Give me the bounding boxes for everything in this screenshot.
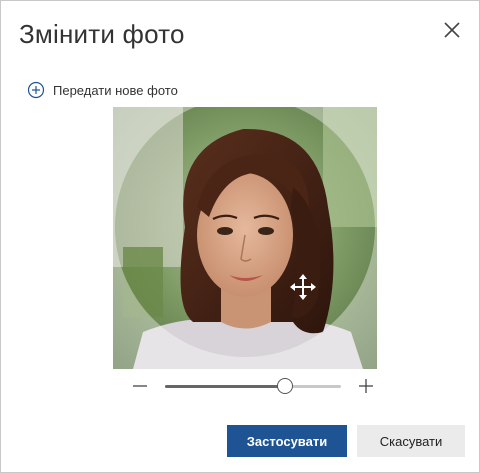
zoom-slider-row xyxy=(129,375,379,397)
profile-photo xyxy=(113,107,377,369)
zoom-slider-fill xyxy=(165,385,285,388)
add-circle-icon xyxy=(27,81,45,99)
plus-icon xyxy=(359,379,373,393)
upload-label: Передати нове фото xyxy=(53,82,178,98)
zoom-slider-thumb[interactable] xyxy=(277,378,293,394)
dialog-title: Змінити фото xyxy=(19,19,185,49)
close-icon xyxy=(444,22,460,38)
close-button[interactable] xyxy=(437,15,467,45)
apply-button[interactable]: Застосувати xyxy=(227,425,347,457)
upload-new-photo-link[interactable]: Передати нове фото xyxy=(27,81,178,99)
cancel-button[interactable]: Скасувати xyxy=(357,425,465,457)
zoom-slider-track[interactable] xyxy=(165,378,341,394)
minus-icon xyxy=(133,385,147,387)
zoom-in-button[interactable] xyxy=(355,376,377,396)
photo-crop-area[interactable] xyxy=(113,107,377,369)
change-photo-dialog: Змінити фото Передати нове фото Застосув… xyxy=(0,0,480,473)
zoom-out-button[interactable] xyxy=(129,376,151,396)
